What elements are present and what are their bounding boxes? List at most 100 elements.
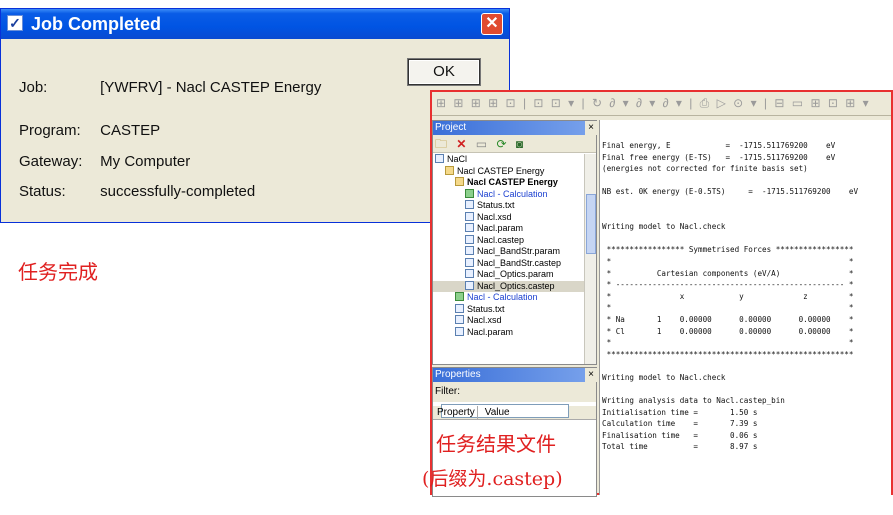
folder-icon — [445, 165, 454, 175]
job-row: Job: [YWFRV] - Nacl CASTEP Energy — [19, 79, 321, 96]
tree-item-label: Nacl_BandStr.castep — [477, 257, 562, 268]
output-line: Final energy, E = -1715.511769200 eV — [602, 141, 836, 150]
tree-item[interactable]: Nacl_BandStr.param — [433, 246, 584, 258]
document-icon — [455, 315, 464, 324]
castep-output-text: Final energy, E = -1715.511769200 eV Fin… — [602, 140, 858, 453]
tree-item-label: Nacl_Optics.castep — [477, 280, 555, 291]
output-line: NB est. 0K energy (E-0.5TS) = -1715.5117… — [602, 187, 859, 197]
properties-title-label: Properties — [435, 369, 481, 380]
ok-button[interactable]: OK — [408, 59, 480, 85]
job-value: [YWFRV] - Nacl CASTEP Energy — [100, 79, 322, 96]
document-icon — [465, 269, 474, 278]
tree-item[interactable]: Nacl_Optics.param — [433, 269, 584, 281]
result-file-caption: 任务结果文件 — [436, 432, 556, 456]
project-tree: NaCl Nacl CASTEP Energy Nacl CASTEP Energy… — [433, 154, 584, 364]
delete-icon[interactable]: ✕ — [456, 137, 466, 151]
tree-item-label: Nacl CASTEP Energy — [467, 177, 558, 187]
tree-item-label: Nacl - Calculation — [477, 188, 548, 199]
scrollbar-thumb[interactable] — [586, 194, 596, 254]
tree-item-label: Nacl_BandStr.param — [477, 246, 561, 256]
output-line: Finalisation time = 0.06 s — [602, 430, 758, 440]
tree-item[interactable]: NaCl — [433, 154, 584, 166]
document-icon — [465, 280, 474, 290]
tree-item[interactable]: Nacl - Calculation — [433, 188, 584, 201]
tree-item-label: Nacl.xsd — [467, 315, 502, 325]
properties-header: Property Value — [433, 406, 596, 420]
tree-item[interactable]: Nacl.castep — [433, 234, 584, 247]
suffix-note-caption: (后缀为.castep) — [422, 468, 563, 490]
output-line: (energies not corrected for finite basis… — [602, 164, 808, 174]
document-icon — [465, 234, 474, 244]
document-icon — [465, 200, 474, 209]
tree-item-label: Nacl.xsd — [477, 211, 512, 222]
project-toolbar: 🗀 ✕ ▭ ⟳ ◙ — [433, 135, 596, 153]
tree-item[interactable]: Nacl.param — [433, 326, 584, 339]
output-line: ***************** Symmetrised Forces ***… — [602, 245, 854, 255]
program-label: Program: — [19, 122, 81, 139]
tree-item[interactable]: Nacl.xsd — [433, 315, 584, 327]
status-value: successfully-completed — [100, 183, 256, 200]
tree-item-label: Status.txt — [467, 303, 505, 314]
document-icon — [465, 257, 474, 267]
property-column-header[interactable]: Property — [433, 406, 478, 420]
gateway-value: My Computer — [100, 153, 191, 170]
output-line: * x y z * — [602, 291, 854, 301]
tree-item[interactable]: Nacl_BandStr.castep — [433, 257, 584, 270]
output-line: Final free energy (E-TS) = -1715.5117692… — [602, 152, 836, 162]
value-column-header[interactable]: Value — [481, 406, 541, 420]
new-folder-icon[interactable]: 🗀 — [435, 137, 447, 151]
program-value: CASTEP — [100, 122, 161, 139]
dialog-titlebar: ✓ Job Completed ✕ — [1, 9, 509, 39]
castep-output-window[interactable]: Final energy, E = -1715.511769200 eV Fin… — [599, 120, 891, 495]
tree-item-label: Nacl - Calculation — [467, 292, 538, 302]
project-panel-title: Project × — [433, 121, 597, 135]
close-icon[interactable]: × — [585, 121, 597, 135]
output-line: Writing model to Nacl.check — [602, 222, 726, 232]
document-icon — [465, 246, 474, 255]
tree-item[interactable]: Nacl - Calculation — [433, 292, 584, 304]
output-line: Writing analysis data to Nacl.castep_bin — [602, 396, 785, 406]
filter-label: Filter: — [435, 386, 460, 397]
gateway-label: Gateway: — [19, 153, 83, 170]
output-line: ****************************************… — [602, 349, 854, 359]
project-title-label: Project — [435, 122, 467, 133]
job-label: Job: — [19, 79, 48, 96]
output-line: * * — [602, 338, 854, 348]
output-line: * --------------------------------------… — [602, 280, 854, 290]
tree-item-label: NaCl — [447, 154, 468, 164]
main-toolbar[interactable]: ⊞ ⊞ ⊞ ⊞ ⊡ | ⊡ ⊡ ▾ | ↻ ∂ ▾ ∂ ▾ ∂ ▾ | ⎙ ▷ … — [432, 92, 891, 116]
output-line: * * — [602, 256, 854, 266]
status-label: Status: — [19, 183, 66, 200]
tree-item-label: Nacl_Optics.param — [477, 269, 554, 279]
tree-item-label: Nacl CASTEP Energy — [457, 165, 545, 176]
tree-item[interactable]: Status.txt — [433, 200, 584, 212]
status-row: Status: successfully-completed — [19, 183, 255, 200]
output-line: Writing model to Nacl.check — [602, 372, 726, 382]
tree-item[interactable]: Status.txt — [433, 303, 584, 316]
tree-item[interactable]: Nacl.xsd — [433, 211, 584, 224]
help-icon[interactable]: ◙ — [516, 137, 523, 151]
close-icon[interactable]: × — [585, 368, 597, 382]
gateway-row: Gateway: My Computer — [19, 153, 190, 170]
tree-item-label: Nacl.castep — [477, 234, 525, 245]
properties-icon[interactable]: ▭ — [476, 137, 487, 151]
output-line: * Cl 1 0.00000 0.00000 0.00000 * — [602, 326, 854, 336]
tree-item[interactable]: Nacl CASTEP Energy — [433, 165, 584, 178]
output-line: Initialisation time = 1.50 s — [602, 407, 758, 417]
output-line: Total time = 8.97 s — [602, 442, 758, 452]
document-icon — [465, 211, 474, 221]
close-icon[interactable]: ✕ — [481, 13, 503, 35]
folder-icon — [455, 177, 464, 186]
properties-panel-title: Properties × — [433, 368, 597, 382]
project-scrollbar[interactable] — [584, 154, 596, 364]
document-icon — [465, 223, 474, 232]
calculation-icon — [465, 188, 474, 198]
tree-item[interactable]: Nacl_Optics.castep — [433, 280, 584, 292]
project-panel: Project × 🗀 ✕ ▭ ⟳ ◙ NaCl Nacl CASTEP Ener… — [432, 120, 597, 365]
dialog-title: Job Completed — [31, 14, 162, 34]
tree-item[interactable]: Nacl.param — [433, 223, 584, 235]
output-line: * Cartesian components (eV/A) * — [602, 268, 854, 278]
tree-item-label: Nacl.param — [477, 223, 524, 233]
tree-item[interactable]: Nacl CASTEP Energy — [433, 177, 584, 189]
refresh-icon[interactable]: ⟳ — [496, 137, 506, 151]
